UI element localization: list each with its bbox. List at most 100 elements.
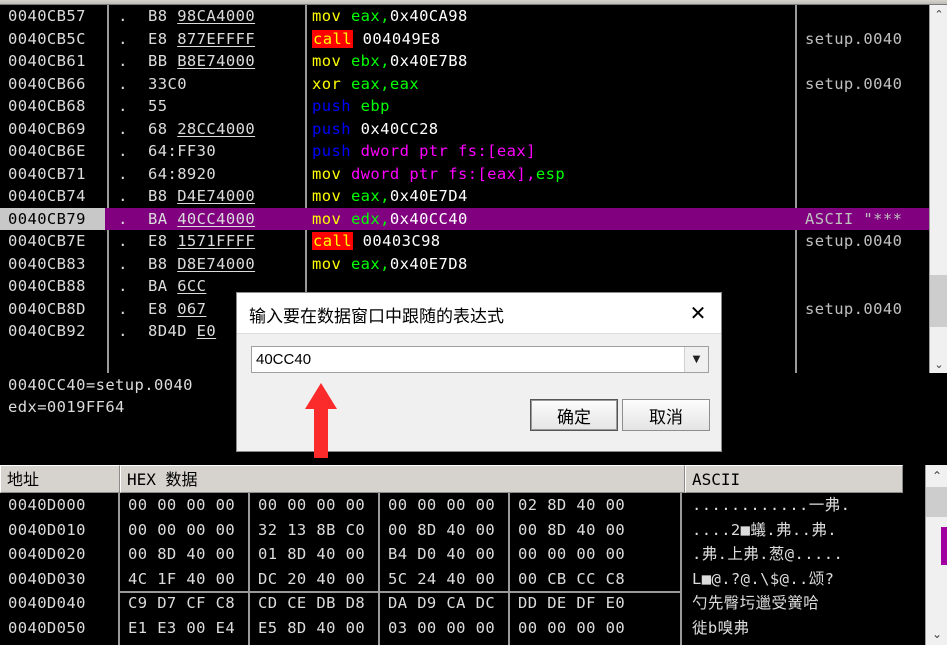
dump-row[interactable]: 0040D010 00 00 00 00 32 13 8B C0 00 8D 40 0… (0, 518, 947, 543)
dump-header-cell[interactable]: HEX 数据 (120, 465, 685, 493)
disasm-row[interactable]: 0040CB6E. 64:FF30 push dword ptr fs:[eax] (0, 140, 929, 163)
disasm-marker: . (118, 29, 128, 48)
chevron-down-icon[interactable]: ▼ (684, 347, 708, 372)
disasm-bytes: E8 1571FFFF (148, 232, 256, 250)
disasm-marker: . (118, 277, 128, 295)
memory-dump-pane: 地址 HEX 数据 ASCII 0040D000 00 00 00 00 00 00 0… (0, 465, 947, 645)
dump-ascii: 徙b嗅弗 (692, 618, 750, 637)
annotation-arrow-icon (305, 383, 337, 458)
disasm-marker: . (118, 187, 128, 205)
dump-address: 0040D000 (8, 496, 86, 514)
close-icon[interactable]: ✕ (675, 293, 721, 333)
disasm-row[interactable]: 0040CB5C. E8 877EFFFF call 004049E8 setup.0… (0, 28, 929, 51)
ok-button[interactable]: 确定 (530, 399, 618, 431)
disasm-row[interactable]: 0040CB71. 64:8920 mov dword ptr fs:[eax],e… (0, 163, 929, 186)
disasm-address: 0040CB92 (8, 322, 86, 340)
dump-address: 0040D030 (8, 569, 86, 588)
dump-ascii: ....2■蟻.弗..弗. (692, 520, 838, 539)
dump-row[interactable]: 0040D000 00 00 00 00 00 00 00 00 00 00 00 0… (0, 493, 947, 518)
dump-hex-group: 00 8D 40 00 (388, 520, 496, 539)
dump-hex-group: 32 13 8B C0 (258, 520, 366, 539)
dump-hex-group: DD DE DF E0 (518, 594, 626, 612)
dump-hex-group: 02 8D 40 00 (518, 496, 626, 514)
dump-scroll-up-icon[interactable]: ⌃ (926, 465, 947, 487)
dump-hex-group: 00 8D 40 00 (128, 545, 236, 563)
disasm-bytes: BB B8E74000 (148, 52, 256, 70)
disasm-marker: . (118, 254, 128, 273)
dump-row[interactable]: 0040D030 4C 1F 40 00 DC 20 40 00 5C 24 40 0… (0, 567, 947, 592)
disasm-address: 0040CB88 (8, 277, 86, 295)
dump-hex-group: 4C 1F 40 00 (128, 569, 236, 588)
dump-hex-group: 5C 24 40 00 (388, 569, 496, 588)
disasm-mnemonic: mov eax,0x40CA98 (312, 7, 468, 25)
debugger-window: 0040CB57. B8 98CA4000 mov eax,0x40CA98 0040… (0, 0, 947, 645)
dump-scrollbar-thumb[interactable] (926, 487, 947, 517)
dump-hex-group: 03 00 00 00 (388, 618, 496, 637)
dump-row[interactable]: 0040D040 C9 D7 CF C8 CD CE DB D8 DA D9 CA D… (0, 591, 947, 616)
disasm-mnemonic: mov dword ptr fs:[eax],esp (312, 164, 566, 183)
dump-ascii: L■@.?@.\$@..颂? (692, 569, 835, 588)
disasm-row[interactable]: 0040CB79. BA 40CC4000 mov edx,0x40CC40 ASCI… (0, 207, 929, 230)
disasm-marker: . (118, 164, 128, 183)
info-line-1: 0040CC40=setup.0040 (8, 376, 193, 394)
dump-address: 0040D040 (8, 594, 86, 612)
disasm-bytes: B8 98CA4000 (148, 7, 256, 25)
disasm-address: 0040CB69 (8, 119, 86, 138)
disasm-marker: . (118, 97, 128, 115)
dump-hex-group: 00 00 00 00 (128, 520, 236, 539)
disasm-bytes: BA 40CC4000 (148, 209, 256, 228)
dump-hex-group: C9 D7 CF C8 (128, 594, 236, 612)
disasm-comment: setup.0040 (805, 74, 903, 93)
disasm-mnemonic: push dword ptr fs:[eax] (312, 142, 536, 160)
disasm-comment: setup.0040 (805, 29, 903, 48)
expression-input-wrapper[interactable]: ▼ (251, 346, 709, 373)
disasm-row[interactable]: 0040CB7E. E8 1571FFFF call 00403C98 setup.0… (0, 230, 929, 253)
dialog-title: 输入要在数据窗口中跟随的表达式 (249, 307, 504, 326)
scroll-up-icon[interactable]: ⌃ (930, 5, 947, 23)
disasm-row[interactable]: 0040CB74. B8 D4E74000 mov eax,0x40E7D4 (0, 185, 929, 208)
dump-hex-group: CD CE DB D8 (258, 594, 366, 612)
disasm-comment: setup.0040 (805, 232, 903, 250)
scroll-down-icon[interactable]: ⌄ (930, 355, 947, 373)
dump-scroll-down-icon[interactable]: ⌄ (926, 623, 947, 645)
expression-input[interactable] (252, 347, 684, 372)
dump-header-cell[interactable]: 地址 (0, 465, 120, 493)
disasm-marker: . (118, 7, 128, 25)
disasm-bytes: 64:FF30 (148, 142, 217, 160)
cpu-scrollbar-thumb[interactable] (930, 275, 947, 327)
dump-row[interactable]: 0040D020 00 8D 40 00 01 8D 40 00 B4 D0 40 0… (0, 542, 947, 567)
disasm-address: 0040CB66 (8, 74, 86, 93)
disasm-bytes: 8D4D E0 (148, 322, 217, 340)
disasm-address: 0040CB83 (8, 254, 86, 273)
cancel-button[interactable]: 取消 (622, 399, 710, 431)
disasm-address: 0040CB61 (8, 52, 86, 70)
disasm-bytes: 33C0 (148, 74, 187, 93)
disasm-mnemonic: mov eax,0x40E7D8 (312, 254, 468, 273)
disasm-mnemonic: mov edx,0x40CC40 (312, 209, 468, 228)
disasm-row[interactable]: 0040CB68. 55 push ebp (0, 95, 929, 118)
disasm-bytes: E8 067 (148, 299, 207, 318)
disasm-marker: . (118, 119, 128, 138)
dump-hex-group: 01 8D 40 00 (258, 545, 366, 563)
dump-rows[interactable]: 0040D000 00 00 00 00 00 00 00 00 00 00 00 0… (0, 493, 947, 645)
dump-hex-group: E1 E3 00 E4 (128, 618, 236, 637)
dump-address: 0040D020 (8, 545, 86, 563)
dump-header-cell[interactable]: ASCII (685, 465, 903, 493)
dump-address: 0040D010 (8, 520, 86, 539)
cpu-vertical-scrollbar[interactable]: ⌃ ⌄ (929, 5, 947, 373)
disasm-bytes: 64:8920 (148, 164, 217, 183)
disasm-marker: . (118, 74, 128, 93)
disasm-marker: . (118, 322, 128, 340)
dump-vertical-scrollbar[interactable]: ⌃ ⌄ (925, 465, 947, 645)
disasm-row[interactable]: 0040CB69. 68 28CC4000 push 0x40CC28 (0, 118, 929, 141)
dump-row[interactable]: 0040D050 E1 E3 00 E4 E5 8D 40 00 03 00 00 0… (0, 616, 947, 641)
disasm-comment: setup.0040 (805, 299, 903, 318)
disasm-mnemonic: push ebp (312, 97, 390, 115)
disasm-row[interactable]: 0040CB57. B8 98CA4000 mov eax,0x40CA98 (0, 5, 929, 28)
dump-hex-group: 00 00 00 00 (518, 618, 626, 637)
disasm-address: 0040CB71 (8, 164, 86, 183)
dump-scrollbar-marker (941, 527, 947, 565)
disasm-row[interactable]: 0040CB83. B8 D8E74000 mov eax,0x40E7D8 (0, 253, 929, 276)
disasm-row[interactable]: 0040CB66. 33C0 xor eax,eax setup.0040 (0, 73, 929, 96)
disasm-row[interactable]: 0040CB61. BB B8E74000 mov ebx,0x40E7B8 (0, 50, 929, 73)
